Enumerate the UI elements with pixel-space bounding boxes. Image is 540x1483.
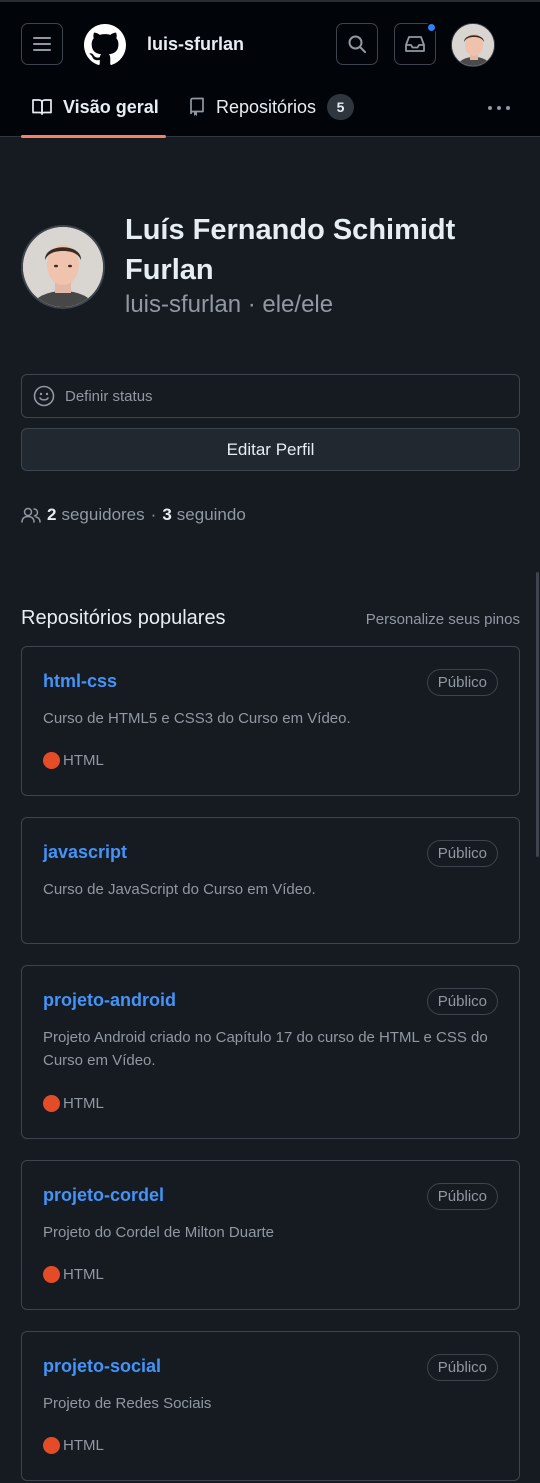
following-count[interactable]: 3 [162,505,171,525]
follow-stats: 2 seguidores · 3 seguindo [21,505,246,525]
avatar[interactable] [451,23,495,67]
avatar-image [452,24,494,66]
profile-full-name: Luís Fernando Schimidt Furlan [125,214,456,286]
followers-label[interactable]: seguidores [61,505,144,525]
tab-repositories[interactable]: Repositórios 5 [188,92,355,122]
profile-avatar-image [23,227,103,307]
menu-button[interactable] [21,23,63,65]
repo-description: Projeto do Cordel de Milton Duarte [43,1224,274,1241]
language-label: HTML [63,752,104,769]
repo-language: HTML [43,1266,104,1283]
repo-name-link[interactable]: projeto-android [43,990,176,1011]
language-label: HTML [63,1266,104,1283]
repo-language: HTML [43,1437,104,1454]
set-status-label: Definir status [65,387,153,405]
active-tab-indicator [21,135,166,138]
popular-repos-title: Repositórios populares [21,607,226,629]
book-icon [32,99,52,115]
github-logo-icon[interactable] [84,24,126,66]
repo-name-link[interactable]: javascript [43,842,127,863]
people-icon [21,507,41,523]
repositories-counter: 5 [327,94,355,120]
set-status-button[interactable]: Definir status [21,374,520,418]
repo-card: projeto-cordel Público Projeto do Cordel… [21,1160,520,1310]
header-username[interactable]: luis-sfurlan [147,34,244,55]
separator-dot: · [150,505,157,524]
profile-avatar[interactable] [21,225,105,309]
language-color-dot [43,1095,60,1112]
repo-card: projeto-android Público Projeto Android … [21,965,520,1139]
language-label: HTML [63,1437,104,1454]
repo-description: Curso de HTML5 e CSS3 do Curso em Vídeo. [43,710,351,727]
language-color-dot [43,1266,60,1283]
followers-count[interactable]: 2 [47,505,56,525]
kebab-icon [488,106,510,110]
tab-overview[interactable]: Visão geral [31,92,159,122]
visibility-badge: Público [426,840,498,867]
repo-description: Curso de JavaScript do Curso em Vídeo. [43,881,316,898]
notification-indicator [426,22,437,33]
hamburger-menu-icon [33,37,51,51]
language-label: HTML [63,1095,104,1112]
more-options-button[interactable] [486,98,512,122]
tab-overview-label: Visão geral [63,96,159,117]
top-bar: luis-sfurlan Visão geral Repositórios 5 [0,0,540,138]
repo-description: Projeto de Redes Sociais [43,1395,212,1412]
page-scrollbar[interactable] [536,572,539,857]
repo-name-link[interactable]: projeto-social [43,1356,161,1377]
repo-language: HTML [43,752,104,769]
repo-card: html-css Público Curso de HTML5 e CSS3 d… [21,646,520,796]
repo-name-link[interactable]: html-css [43,671,117,692]
repo-card: projeto-social Público Projeto de Redes … [21,1331,520,1481]
repo-name-link[interactable]: projeto-cordel [43,1185,164,1206]
repo-language: HTML [43,1095,104,1112]
language-color-dot [43,752,60,769]
visibility-badge: Público [426,669,498,696]
visibility-badge: Público [426,1183,498,1210]
tab-repositories-label: Repositórios [216,96,317,117]
inbox-icon [405,36,425,52]
smiley-icon [33,385,55,407]
customize-pins-link[interactable]: Personalize seus pinos [366,611,520,628]
profile-handle-pronouns: luis-sfurlan · ele/ele [125,291,334,318]
repo-icon [190,97,204,116]
edit-profile-button[interactable]: Editar Perfil [21,428,520,471]
search-icon [348,35,366,53]
search-button[interactable] [336,23,378,65]
visibility-badge: Público [426,1354,498,1381]
repo-description: Projeto Android criado no Capítulo 17 do… [43,1029,488,1069]
visibility-badge: Público [426,988,498,1015]
repo-card: javascript Público Curso de JavaScript d… [21,817,520,944]
language-color-dot [43,1437,60,1454]
following-label[interactable]: seguindo [177,505,246,525]
